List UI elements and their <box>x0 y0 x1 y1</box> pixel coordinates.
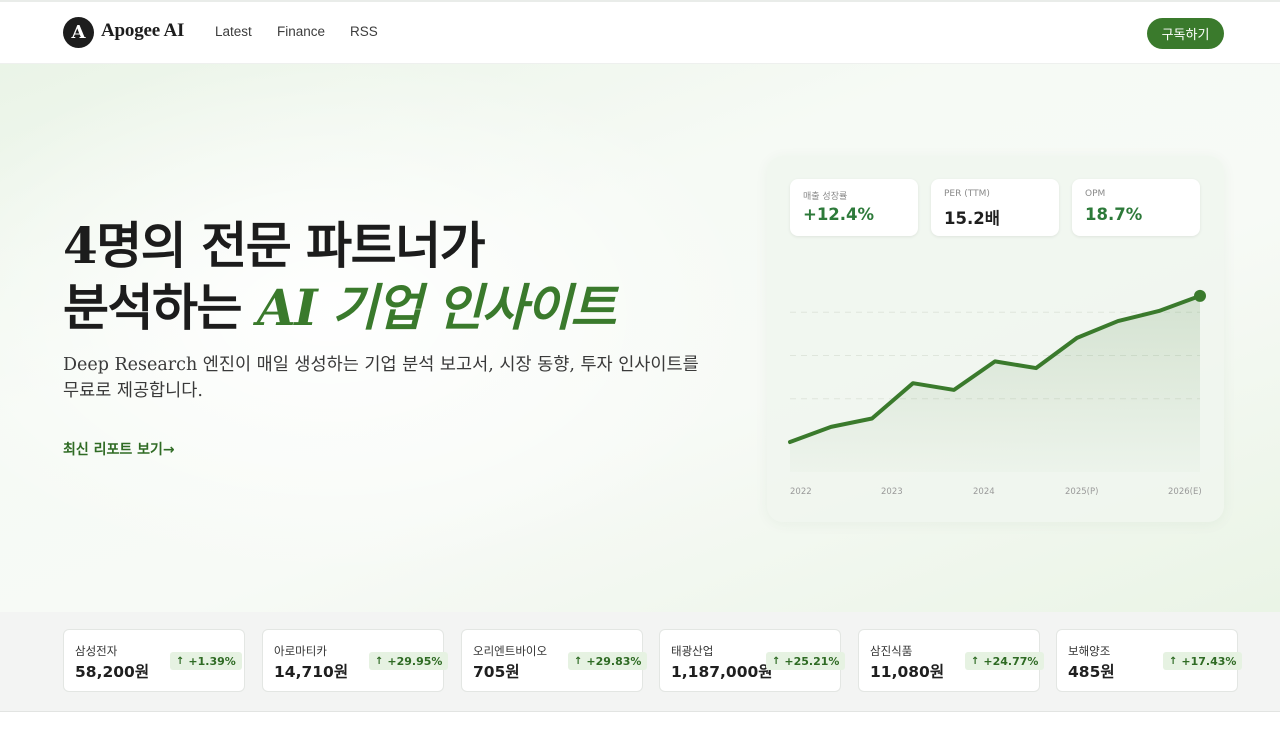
stock-change-badge: ↑ +29.95% <box>369 652 449 670</box>
stock-card[interactable]: 보해양조 485원 ↑ +17.43% <box>1056 629 1243 692</box>
x-tick-label: 2024 <box>973 487 995 497</box>
x-tick-label: 2026(E) <box>1168 487 1202 497</box>
stock-change-value: +25.21% <box>784 654 840 668</box>
stock-change-value: +29.83% <box>586 654 642 668</box>
growth-line-chart <box>788 289 1206 472</box>
up-arrow-icon: ↑ <box>1169 655 1178 667</box>
subscribe-button[interactable]: 구독하기 <box>1147 18 1224 49</box>
stock-ticker-bar: 삼성전자 58,200원 ↑ +1.39% 아로마티카 14,710원 ↑ +29.95% 오리… <box>0 612 1280 712</box>
stock-name: 오리엔트바이오 <box>473 644 548 658</box>
hero-title-accent: AI 기업 인사이트 <box>256 278 617 337</box>
logo-icon[interactable]: A <box>63 17 94 48</box>
stock-card[interactable]: 태광산업 1,187,000원 ↑ +25.21% <box>659 629 846 692</box>
stock-name: 삼진식품 <box>870 644 913 658</box>
stock-change-value: +17.43% <box>1181 654 1237 668</box>
stock-change-badge: ↑ +29.83% <box>568 652 648 670</box>
stock-price: 705원 <box>473 663 520 681</box>
site-header: A Apogee AI Latest Finance RSS 구독하기 <box>0 2 1280 64</box>
x-tick-label: 2023 <box>881 487 903 497</box>
up-arrow-icon: ↑ <box>574 655 583 667</box>
endpoint-marker <box>1194 289 1206 302</box>
nav-link-latest[interactable]: Latest <box>215 24 252 39</box>
stock-change-badge: ↑ +24.77% <box>965 652 1045 670</box>
stock-price: 11,080원 <box>870 663 945 681</box>
x-tick-label: 2022 <box>790 487 812 497</box>
stock-card[interactable]: 오리엔트바이오 705원 ↑ +29.83% <box>461 629 648 692</box>
stock-change-badge: ↑ +17.43% <box>1163 652 1243 670</box>
stock-price: 58,200원 <box>75 663 150 681</box>
stock-price: 1,187,000원 <box>671 663 773 681</box>
up-arrow-icon: ↑ <box>971 655 980 667</box>
nav-link-finance[interactable]: Finance <box>277 24 325 39</box>
stock-change-value: +29.95% <box>387 654 443 668</box>
stock-change-value: +1.39% <box>188 654 236 668</box>
stock-price: 485원 <box>1068 663 1115 681</box>
stock-name: 태광산업 <box>671 644 714 658</box>
hero-title-plain: 분석하는 <box>63 278 257 337</box>
up-arrow-icon: ↑ <box>176 655 185 667</box>
stock-change-badge: ↑ +25.21% <box>766 652 846 670</box>
financial-chart-card: 매출 성장률 +12.4% PER (TTM) 15.2배 OPM 18.7% … <box>767 156 1224 522</box>
nav-link-rss[interactable]: RSS <box>350 24 378 39</box>
stock-change-badge: ↑ +1.39% <box>170 652 242 670</box>
hero-section: 4명의 전문 파트너가 분석하는 AI 기업 인사이트 Deep Researc… <box>0 64 1280 612</box>
hero-title-line2: 분석하는 AI 기업 인사이트 <box>63 268 617 340</box>
hero-description: Deep Research 엔진이 매일 생성하는 기업 분석 보고서, 시장 … <box>63 355 699 401</box>
stock-price: 14,710원 <box>274 663 349 681</box>
stock-card[interactable]: 아로마티카 14,710원 ↑ +29.95% <box>262 629 449 692</box>
stock-name: 보해양조 <box>1068 644 1111 658</box>
up-arrow-icon: ↑ <box>375 655 384 667</box>
x-tick-label: 2025(P) <box>1065 487 1099 497</box>
stock-card[interactable]: 삼성전자 58,200원 ↑ +1.39% <box>63 629 245 692</box>
stock-change-value: +24.77% <box>983 654 1039 668</box>
stock-card[interactable]: 삼진식품 11,080원 ↑ +24.77% <box>858 629 1045 692</box>
stock-name: 아로마티카 <box>274 644 327 658</box>
up-arrow-icon: ↑ <box>772 655 781 667</box>
stock-name: 삼성전자 <box>75 644 118 658</box>
area-fill <box>790 295 1200 472</box>
latest-reports-link[interactable]: 최신 리포트 보기→ <box>63 439 175 459</box>
brand-name[interactable]: Apogee AI <box>101 20 184 42</box>
